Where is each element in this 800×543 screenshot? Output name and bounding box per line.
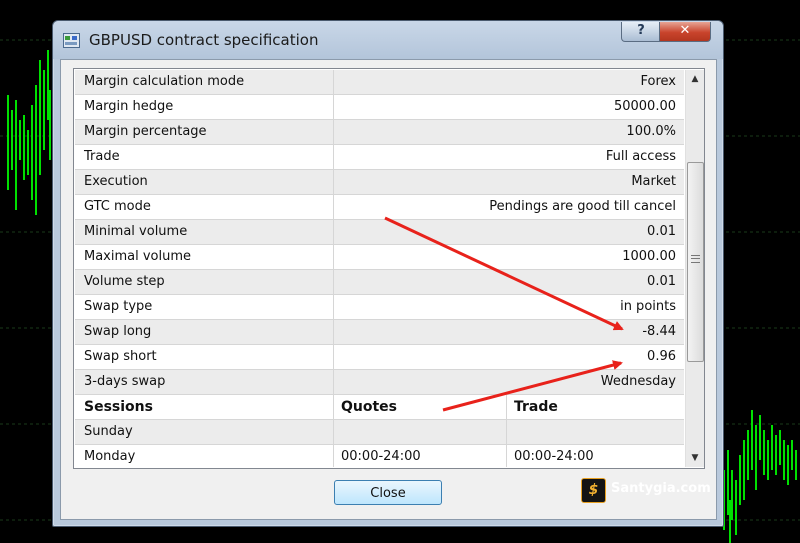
window-title: GBPUSD contract specification xyxy=(89,31,319,49)
session-quotes: 00:00-24:00 xyxy=(335,445,507,467)
property-name: Maximal volume xyxy=(75,245,334,269)
property-value: 1000.00 xyxy=(622,249,676,264)
property-value: 100.0% xyxy=(626,124,676,139)
session-trade: 00:00-24:00 xyxy=(514,449,594,464)
property-name: GTC mode xyxy=(75,195,334,219)
property-name: Execution xyxy=(75,170,334,194)
property-value: Wednesday xyxy=(600,374,676,389)
help-button[interactable]: ? xyxy=(621,22,661,42)
table-row[interactable]: Swap short 0.96 xyxy=(75,345,684,370)
table-row[interactable]: Monday 00:00-24:00 00:00-24:00 xyxy=(75,445,684,467)
property-name: Swap type xyxy=(75,295,334,319)
sessions-header: Sessions xyxy=(75,395,334,419)
table-row[interactable]: Margin percentage 100.0% xyxy=(75,120,684,145)
table-row[interactable]: Margin calculation mode Forex xyxy=(75,70,684,95)
table-row[interactable]: Minimal volume 0.01 xyxy=(75,220,684,245)
property-name: Minimal volume xyxy=(75,220,334,244)
property-name: Trade xyxy=(75,145,334,169)
property-name: Volume step xyxy=(75,270,334,294)
table-row[interactable]: Execution Market xyxy=(75,170,684,195)
property-name: 3-days swap xyxy=(75,370,334,394)
specification-grid[interactable]: Margin calculation mode Forex Margin hed… xyxy=(73,68,705,469)
help-icon: ? xyxy=(637,23,645,38)
property-value: 50000.00 xyxy=(613,99,676,114)
property-name: Margin calculation mode xyxy=(75,70,334,94)
table-row[interactable]: Maximal volume 1000.00 xyxy=(75,245,684,270)
scroll-down-arrow-icon[interactable]: ▼ xyxy=(686,449,704,467)
trade-header: Trade xyxy=(514,399,558,415)
watermark: $ Santygia.com xyxy=(581,478,711,503)
table-row[interactable]: Volume step 0.01 xyxy=(75,270,684,295)
table-row[interactable]: Sunday xyxy=(75,420,684,445)
session-quotes xyxy=(335,420,507,444)
property-value: Full access xyxy=(605,149,676,164)
contract-specification-dialog: GBPUSD contract specification ? ✕ Margin… xyxy=(52,20,724,527)
property-value: -8.44 xyxy=(642,324,676,339)
property-value: 0.01 xyxy=(647,274,676,289)
close-icon: ✕ xyxy=(679,23,691,38)
close-button[interactable]: Close xyxy=(334,480,442,505)
table-row[interactable]: Swap type in points xyxy=(75,295,684,320)
table-row[interactable]: Trade Full access xyxy=(75,145,684,170)
watermark-logo-icon: $ xyxy=(581,478,606,503)
session-trade xyxy=(508,420,684,444)
property-value: Market xyxy=(631,174,676,189)
property-value: 0.96 xyxy=(647,349,676,364)
property-value: Forex xyxy=(640,74,677,89)
app-window-icon xyxy=(63,33,80,48)
window-close-button[interactable]: ✕ xyxy=(659,22,711,42)
grip-icon xyxy=(691,255,700,263)
table-row[interactable]: GTC mode Pendings are good till cancel xyxy=(75,195,684,220)
scroll-up-arrow-icon[interactable]: ▲ xyxy=(686,70,704,88)
session-day: Monday xyxy=(75,445,334,467)
property-name: Swap short xyxy=(75,345,334,369)
table-row[interactable]: Margin hedge 50000.00 xyxy=(75,95,684,120)
property-value: Pendings are good till cancel xyxy=(489,199,676,214)
sessions-header-row: Sessions Quotes Trade xyxy=(75,395,684,420)
quotes-header: Quotes xyxy=(335,395,507,419)
session-day: Sunday xyxy=(75,420,334,444)
property-value: 0.01 xyxy=(647,224,676,239)
dialog-client-area: Margin calculation mode Forex Margin hed… xyxy=(60,59,717,520)
table-row[interactable]: 3-days swap Wednesday xyxy=(75,370,684,395)
specification-rows: Margin calculation mode Forex Margin hed… xyxy=(75,70,684,467)
title-bar[interactable]: GBPUSD contract specification ? ✕ xyxy=(53,21,723,59)
scrollbar-thumb[interactable] xyxy=(687,162,704,362)
table-row[interactable]: Swap long -8.44 xyxy=(75,320,684,345)
property-name: Swap long xyxy=(75,320,334,344)
property-name: Margin hedge xyxy=(75,95,334,119)
property-name: Margin percentage xyxy=(75,120,334,144)
watermark-text: Santygia.com xyxy=(611,481,711,496)
property-value: in points xyxy=(620,299,676,314)
vertical-scrollbar[interactable]: ▲ ▼ xyxy=(685,70,704,467)
